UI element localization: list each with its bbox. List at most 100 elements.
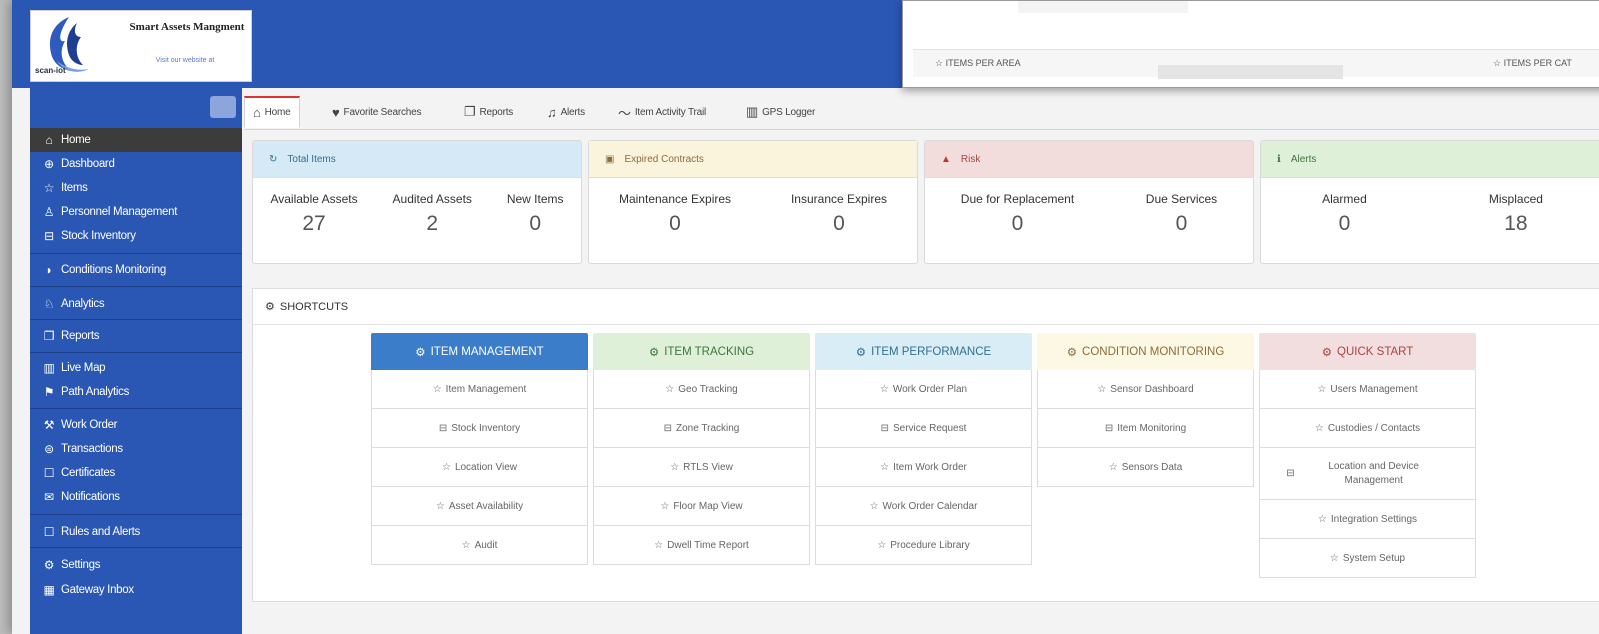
shortcut-procedure-library[interactable]: ☆ Procedure Library (815, 526, 1032, 565)
shortcut-location-device-management[interactable]: ⊟ Location and Device Management (1259, 448, 1476, 500)
stat-alarmed[interactable]: Alarmed 0 (1322, 192, 1367, 236)
signpost-icon: ⚑ (43, 385, 55, 399)
gateway-icon: ▦ (43, 583, 55, 597)
envelope-icon: ✉ (44, 490, 54, 504)
tab-gps-logger[interactable]: ▥ GPS Logger (746, 96, 815, 128)
star-icon: ☆ (877, 539, 887, 551)
star-icon: ☆ (1108, 461, 1118, 473)
certificate-icon: ☐ (43, 466, 55, 480)
sidebar-divider (30, 319, 242, 320)
shortcut-zone-tracking[interactable]: ⊟ Zone Tracking (593, 409, 810, 448)
shortcut-item-work-order[interactable]: ☆ Item Work Order (815, 448, 1032, 487)
sidebar-item-gateway-inbox[interactable]: ▦ Gateway Inbox (30, 578, 242, 602)
sidebar-divider (30, 253, 242, 254)
stat-audited-assets[interactable]: Audited Assets 2 (393, 192, 472, 236)
stat-new-items[interactable]: New Items 0 (507, 192, 564, 236)
star-icon: ☆ (1329, 552, 1339, 564)
stat-insurance-expires[interactable]: Insurance Expires 0 (791, 192, 887, 236)
stat-due-services[interactable]: Due Services 0 (1146, 192, 1217, 236)
sidebar-item-reports[interactable]: ❐ Reports (30, 324, 242, 348)
expired-contracts-card: ▣ Expired Contracts Maintenance Expires 0 … (588, 140, 918, 264)
logo-brand-text: scan-iot (35, 66, 66, 75)
shortcut-floor-map-view[interactable]: ☆ Floor Map View (593, 487, 810, 526)
signal-icon: ◗ (45, 263, 53, 277)
shortcut-dwell-time-report[interactable]: ☆ Dwell Time Report (593, 526, 810, 565)
stat-available-assets[interactable]: Available Assets 27 (270, 192, 357, 236)
star-icon: ☆ (670, 461, 680, 473)
items-per-area-tab[interactable]: ☆ ITEMS PER AREA (935, 58, 1021, 69)
shortcut-users-management[interactable]: ☆ Users Management (1259, 370, 1476, 409)
sidebar-item-conditions-monitoring[interactable]: ◗ Conditions Monitoring (30, 258, 242, 282)
reports-icon: ❐ (43, 329, 55, 343)
shortcut-column-item-tracking: ⚙ ITEM TRACKING ☆ Geo Tracking ⊟ Zone Track… (593, 333, 810, 565)
stat-misplaced[interactable]: Misplaced 18 (1489, 192, 1543, 236)
shortcut-integration-settings[interactable]: ☆ Integration Settings (1259, 500, 1476, 539)
transactions-icon: ⊜ (44, 442, 54, 456)
star-icon: ☆ (654, 539, 664, 551)
sidebar-item-home[interactable]: ⌂ Home (30, 128, 242, 152)
users-icon: ♙ (43, 205, 55, 219)
items-per-category-tab[interactable]: ☆ ITEMS PER CAT (1493, 58, 1572, 69)
sidebar-item-transactions[interactable]: ⊜ Transactions (30, 437, 242, 461)
shortcut-geo-tracking[interactable]: ☆ Geo Tracking (593, 370, 810, 409)
card-header: ℹ Alerts (1261, 141, 1599, 178)
sidebar-item-stock-inventory[interactable]: ⊟ Stock Inventory (30, 224, 242, 248)
bell-icon: ♫ (547, 104, 557, 120)
shortcut-rtls-view[interactable]: ☆ RTLS View (593, 448, 810, 487)
shortcut-column-header: ⚙ ITEM TRACKING (593, 333, 810, 370)
sidebar-item-live-map[interactable]: ▥ Live Map (30, 356, 242, 380)
sidebar-item-rules-alerts[interactable]: ☐ Rules and Alerts (30, 520, 242, 544)
shortcut-audit[interactable]: ☆ Audit (371, 526, 588, 565)
shortcut-asset-availability[interactable]: ☆ Asset Availability (371, 487, 588, 526)
sidebar-item-path-analytics[interactable]: ⚑ Path Analytics (30, 380, 242, 404)
tab-home[interactable]: ⌂ Home (244, 96, 300, 128)
star-icon: ☆ (1317, 513, 1327, 525)
card-header: ▲ Risk (925, 141, 1253, 178)
shortcut-service-request[interactable]: ⊟ Service Request (815, 409, 1032, 448)
star-icon: ☆ (461, 539, 471, 551)
sidebar-item-analytics[interactable]: ♘ Analytics (30, 292, 242, 316)
shortcut-system-setup[interactable]: ☆ System Setup (1259, 539, 1476, 578)
shortcut-custodies-contacts[interactable]: ☆ Custodies / Contacts (1259, 409, 1476, 448)
app-window: scan-iot Smart Assets Mangment Visit our… (12, 0, 1599, 634)
reports-icon: ❐ (464, 104, 476, 119)
shortcut-sensor-dashboard[interactable]: ☆ Sensor Dashboard (1037, 370, 1254, 409)
tab-reports[interactable]: ❐ Reports (464, 96, 513, 128)
menu-toggle-button[interactable] (210, 96, 236, 118)
total-items-card: ↻ Total Items Available Assets 27 Audited … (252, 140, 582, 264)
shortcut-location-view[interactable]: ☆ Location View (371, 448, 588, 487)
tab-alerts[interactable]: ♫ Alerts (547, 96, 585, 128)
shortcut-work-order-calendar[interactable]: ☆ Work Order Calendar (815, 487, 1032, 526)
shortcut-work-order-plan[interactable]: ☆ Work Order Plan (815, 370, 1032, 409)
stat-due-replacement[interactable]: Due for Replacement 0 (961, 192, 1074, 236)
sidebar-item-settings[interactable]: ⚙ Settings (30, 553, 242, 577)
shortcut-sensors-data[interactable]: ☆ Sensors Data (1037, 448, 1254, 487)
sidebar-item-dashboard[interactable]: ⊕ Dashboard (30, 152, 242, 176)
star-icon: ☆ (869, 500, 879, 512)
sidebar-item-certificates[interactable]: ☐ Certificates (30, 461, 242, 485)
sidebar-item-notifications[interactable]: ✉ Notifications (30, 485, 242, 509)
sidebar-item-personnel[interactable]: ♙ Personnel Management (30, 200, 242, 224)
shortcut-column-condition-monitoring: ⚙ CONDITION MONITORING ☆ Sensor Dashboard … (1037, 333, 1254, 487)
shortcut-item-monitoring[interactable]: ⊟ Item Monitoring (1037, 409, 1254, 448)
inbox-icon: ⊟ (880, 422, 889, 434)
shortcut-item-management[interactable]: ☆ Item Management (371, 370, 588, 409)
sidebar-item-work-order[interactable]: ⚒ Work Order (30, 413, 242, 437)
logo-website-link[interactable]: Visit our website at (131, 57, 239, 65)
star-icon: ☆ (1317, 383, 1327, 395)
globe-icon: ⊕ (44, 157, 54, 171)
tab-item-activity-trail[interactable]: 〜 Item Activity Trail (618, 96, 706, 128)
inbox-icon: ⊟ (663, 422, 672, 434)
stat-maintenance-expires[interactable]: Maintenance Expires 0 (619, 192, 731, 236)
sidebar-divider (30, 286, 242, 287)
info-icon: ℹ (1277, 153, 1281, 165)
star-icon: ☆ (880, 461, 890, 473)
overlay-panel: ☆ ITEMS PER AREA ☆ ITEMS PER CAT (902, 0, 1599, 88)
gear-icon: ⚙ (1066, 346, 1078, 359)
overlay-search-bar[interactable] (1158, 65, 1343, 79)
logo[interactable]: scan-iot Smart Assets Mangment Visit our… (30, 10, 252, 82)
tab-favorite-searches[interactable]: ♥ Favorite Searches (332, 96, 421, 128)
shortcut-stock-inventory[interactable]: ⊟ Stock Inventory (371, 409, 588, 448)
sidebar-item-items[interactable]: ☆ Items (30, 176, 242, 200)
star-icon: ☆ (665, 383, 675, 395)
